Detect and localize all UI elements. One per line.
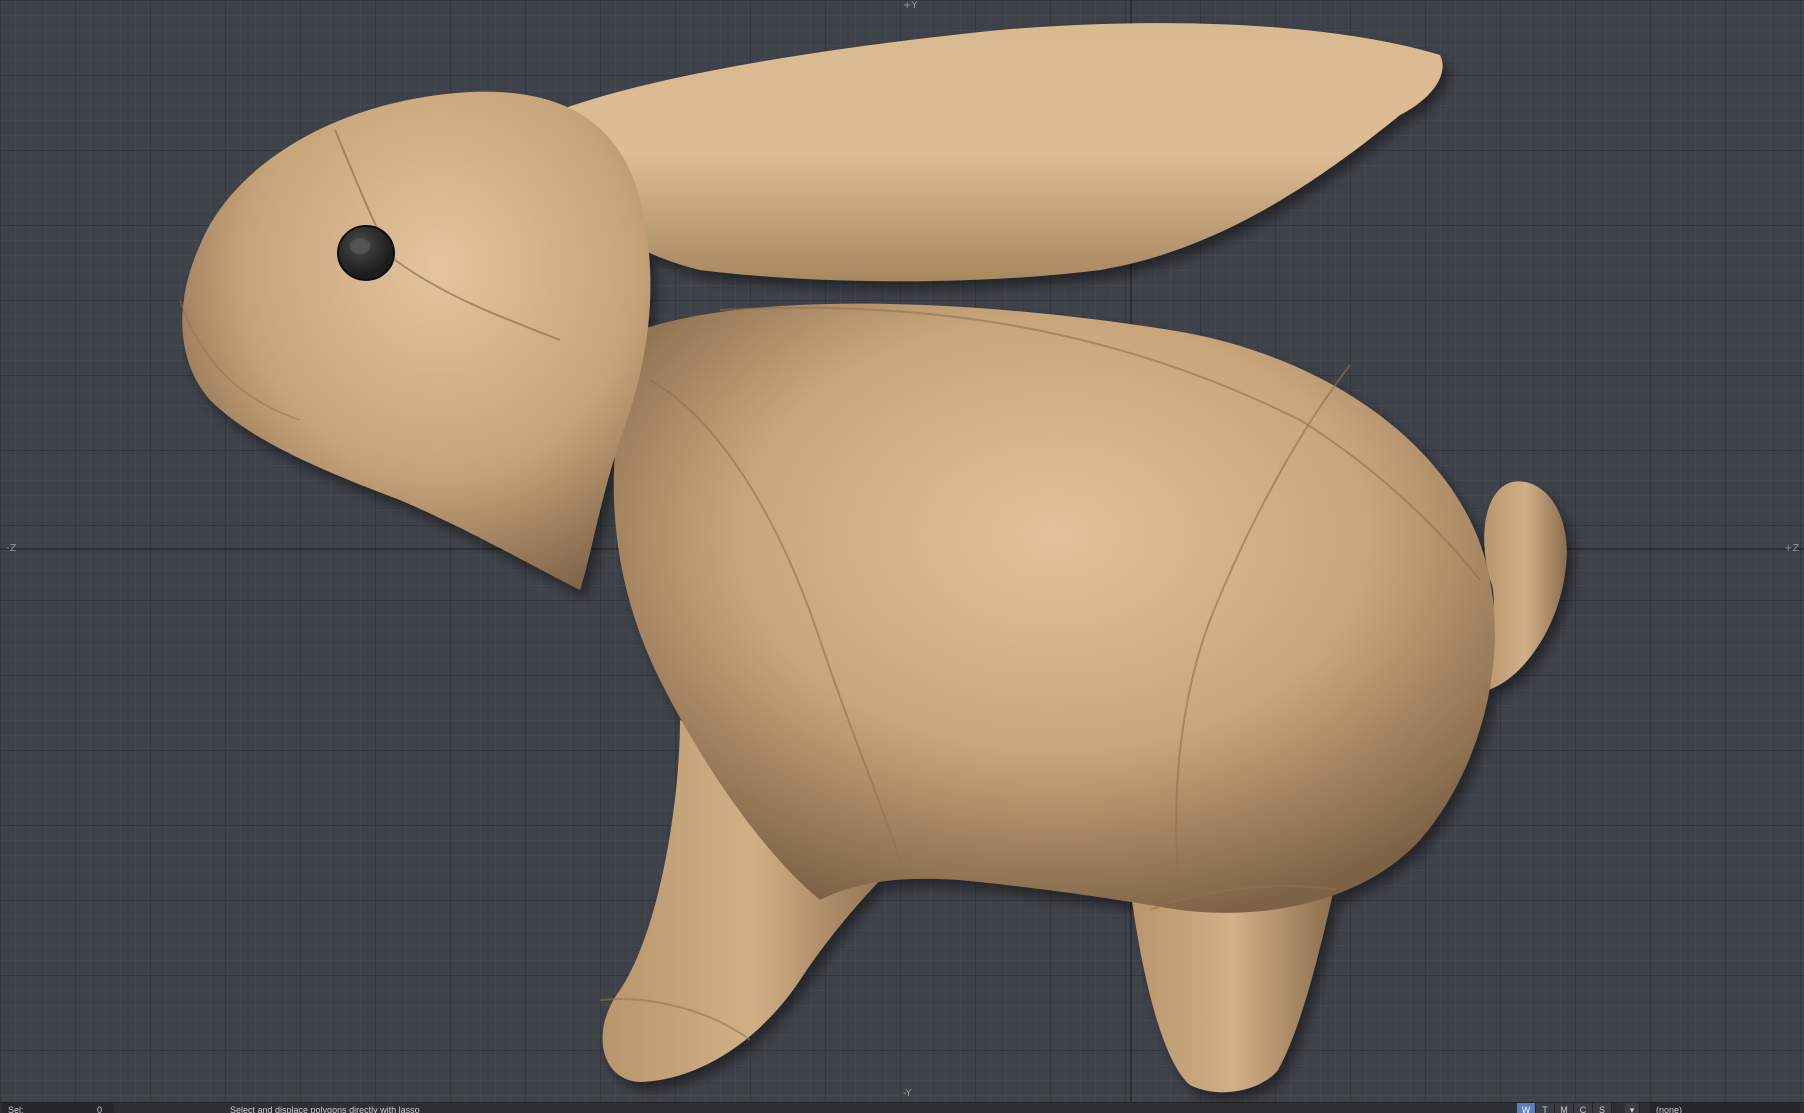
viewport[interactable]: +Y -Z +Z -Y (0, 0, 1804, 1102)
viewport-canvas (0, 0, 1804, 1102)
rabbit-eye (337, 225, 395, 281)
axis-label-left: -Z (6, 543, 17, 554)
status-bar: Sel: 0 Select and displace polygons dire… (0, 1102, 1804, 1113)
axis-label-bottom: -Y (903, 1088, 912, 1099)
axis-label-right: +Z (1784, 543, 1800, 554)
axis-label-top: +Y (903, 0, 918, 11)
